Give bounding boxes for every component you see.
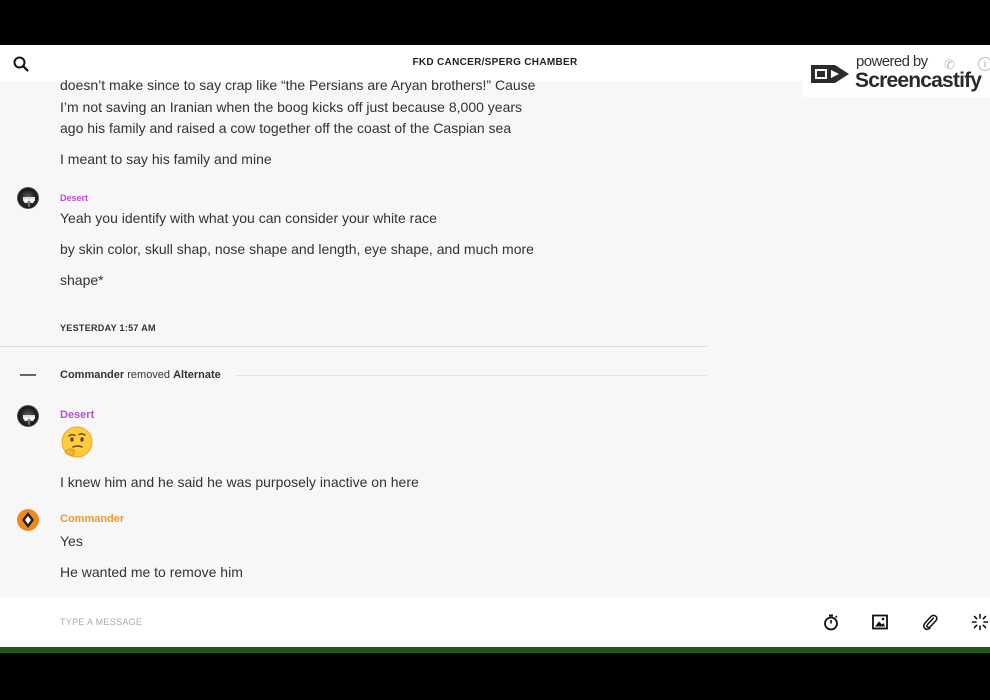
message-text: ago his family and raised a cow together…: [60, 120, 512, 136]
screencastify-logo-icon: [811, 65, 849, 83]
system-actor: Commander: [60, 369, 125, 381]
bottom-letterbox: [0, 653, 990, 700]
phone-icon: ✆: [944, 57, 955, 72]
system-message-rule: [236, 375, 707, 376]
sender-name[interactable]: Commander: [60, 513, 124, 525]
sender-name[interactable]: Desert: [60, 193, 88, 203]
message-text: Yes: [60, 533, 83, 549]
message-composer: [0, 597, 990, 647]
avatar-image: [22, 512, 34, 528]
avatar-desert[interactable]: [17, 405, 39, 427]
message-text: Yeah you identify with what you can cons…: [60, 210, 437, 226]
watermark-brand: Screencastify: [855, 69, 982, 92]
message-text: I’m not saving an Iranian when the boog …: [60, 99, 523, 115]
message-text: shape*: [60, 272, 104, 288]
info-icon: i: [978, 57, 990, 71]
section-divider: [0, 346, 707, 347]
screencastify-watermark: powered by Screencastify ✆ i: [803, 47, 990, 97]
system-message: Commander removed Alternate: [60, 369, 221, 381]
message-text: I knew him and he said he was purposely …: [60, 474, 419, 490]
watermark-powered-by: powered by: [856, 53, 928, 70]
chat-app: FKD CANCER/SPERG CHAMBER doesn’t make si…: [0, 45, 990, 647]
avatar-image: [23, 197, 35, 207]
message-text: I meant to say his family and mine: [60, 151, 272, 167]
thinking-face-icon: [61, 426, 93, 458]
message-text: by skin color, skull shap, nose shape an…: [60, 241, 534, 257]
sparkle-icon[interactable]: [970, 612, 990, 632]
avatar-commander[interactable]: [17, 509, 39, 531]
message-text: He wanted me to remove him: [60, 564, 243, 580]
message-input[interactable]: [60, 611, 660, 633]
system-target: Alternate: [173, 369, 221, 381]
paperclip-icon[interactable]: [920, 612, 940, 632]
message-text: doesn’t make since to say crap like “the…: [60, 77, 536, 93]
top-letterbox: [0, 0, 990, 45]
image-icon[interactable]: [870, 612, 890, 632]
system-action: removed: [127, 369, 171, 381]
avatar-image: [23, 415, 35, 425]
date-separator: YESTERDAY 1:57 AM: [60, 323, 156, 333]
system-message-icon: [20, 374, 36, 376]
avatar-desert[interactable]: [17, 187, 39, 209]
sender-name[interactable]: Desert: [60, 409, 94, 421]
stopwatch-icon[interactable]: [821, 612, 841, 632]
